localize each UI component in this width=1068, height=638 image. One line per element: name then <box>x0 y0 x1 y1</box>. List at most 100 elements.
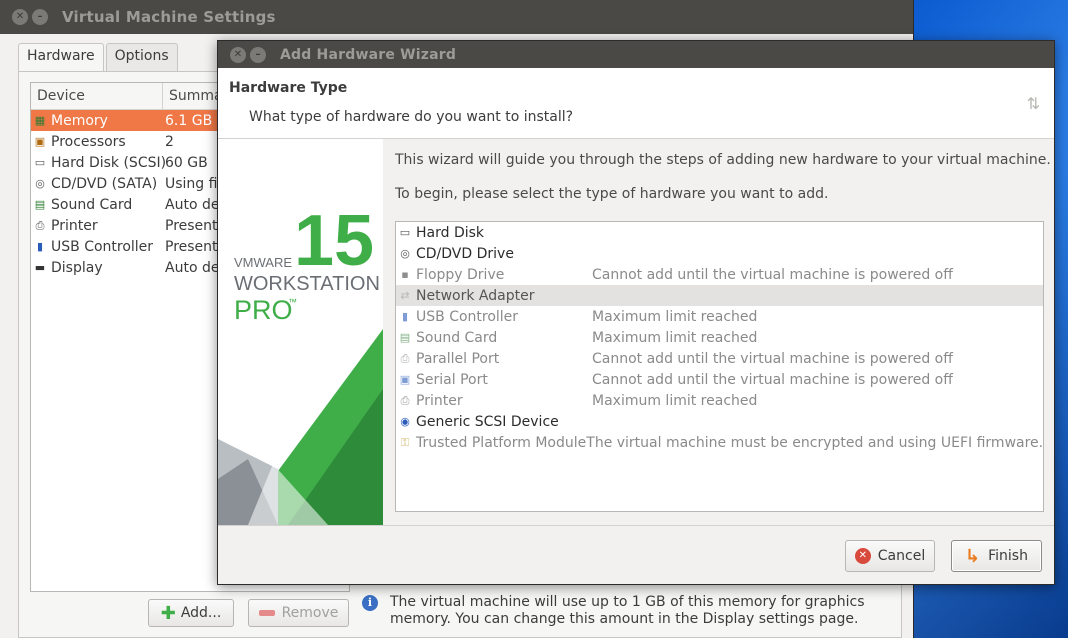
vmware-banner-graphic: 15 VMWARE WORKSTATION PRO ™ <box>218 139 383 525</box>
usb-icon: ▮ <box>36 240 44 253</box>
device-summary: Present <box>165 217 218 234</box>
hardware-name-cell: ▤ Sound Card <box>396 330 592 346</box>
device-summary: 60 GB <box>165 154 208 171</box>
add-button-label: Add... <box>180 605 222 621</box>
device-name: Sound Card <box>51 196 133 213</box>
soundcard-icon: ▤ <box>34 198 46 211</box>
device-summary: Auto de <box>165 196 220 213</box>
wizard-title: Add Hardware Wizard <box>280 46 457 63</box>
close-icon[interactable]: ✕ <box>12 9 28 25</box>
plus-icon: ✚ <box>160 602 176 624</box>
hardware-name: Generic SCSI Device <box>416 413 559 430</box>
hardware-row-serial-port[interactable]: ▣ Serial Port Cannot add until the virtual… <box>396 369 1043 390</box>
device-name: CD/DVD (SATA) <box>51 175 158 192</box>
column-header-device[interactable]: Device <box>31 83 163 109</box>
cancel-button[interactable]: ✕ Cancel <box>845 540 935 572</box>
remove-button[interactable]: Remove <box>248 599 349 627</box>
device-summary: 2 <box>165 133 174 150</box>
banner-brand: VMWARE <box>234 255 292 270</box>
device-summary: 6.1 GB <box>165 112 213 129</box>
wizard-intro-line1: This wizard will guide you through the s… <box>395 152 1051 168</box>
hardware-note: Cannot add until the virtual machine is … <box>592 371 953 388</box>
device-name: Processors <box>51 133 126 150</box>
hardware-row-parallel-port[interactable]: ⎙ Parallel Port Cannot add until the virtu… <box>396 348 1043 369</box>
wizard-step-subtitle: What type of hardware do you want to ins… <box>249 109 574 125</box>
hardware-name: Serial Port <box>416 371 488 388</box>
hardware-type-list[interactable]: ▭ Hard Disk ◎ CD/DVD Drive ▪ Floppy Drive Cann… <box>395 221 1044 512</box>
wizard-titlebar: ✕ – Add Hardware Wizard <box>218 41 1054 68</box>
hardware-row-cd-dvd-drive[interactable]: ◎ CD/DVD Drive <box>396 243 1043 264</box>
soundcard-icon: ▤ <box>399 331 411 344</box>
wizard-body: This wizard will guide you through the s… <box>383 139 1056 525</box>
hardware-rows: ▭ Hard Disk ◎ CD/DVD Drive ▪ Floppy Drive Cann… <box>396 222 1043 453</box>
vmware-banner: 15 VMWARE WORKSTATION PRO ™ <box>218 139 383 525</box>
usb-icon: ▮ <box>401 310 409 323</box>
finish-button[interactable]: ↳ Finish <box>951 540 1042 572</box>
add-button[interactable]: ✚ Add... <box>148 599 234 627</box>
banner-tm: ™ <box>288 297 297 307</box>
minimize-icon[interactable]: – <box>32 9 48 25</box>
hardware-name-cell: ▣ Serial Port <box>396 372 592 388</box>
hardware-name: Printer <box>416 392 463 409</box>
wizard-header: Hardware Type What type of hardware do y… <box>218 68 1054 139</box>
window-title: Virtual Machine Settings <box>62 8 276 26</box>
hardware-note: Cannot add until the virtual machine is … <box>592 266 953 283</box>
wizard-intro-line2: To begin, please select the type of hard… <box>395 186 829 202</box>
device-name: Display <box>51 259 103 276</box>
tab-options[interactable]: Options <box>105 43 178 71</box>
harddisk-icon: ▭ <box>399 226 411 239</box>
device-name: Printer <box>51 217 98 234</box>
sort-arrows-icon: ⇅ <box>1026 94 1040 113</box>
wizard-step-title: Hardware Type <box>229 80 348 96</box>
hardware-row-hard-disk[interactable]: ▭ Hard Disk <box>396 222 1043 243</box>
finish-arrow-icon: ↳ <box>965 545 981 567</box>
hardware-note: Cannot add until the virtual machine is … <box>592 350 953 367</box>
hardware-note: The virtual machine must be encrypted an… <box>586 434 1044 451</box>
cancel-icon: ✕ <box>854 548 871 564</box>
banner-version: 15 <box>294 201 374 281</box>
info-text-line1: The virtual machine will use up to 1 GB … <box>390 594 865 610</box>
device-name-cell: ▤ Sound Card <box>31 197 165 213</box>
hardware-row-generic-scsi-device[interactable]: ◉ Generic SCSI Device <box>396 411 1043 432</box>
parallel-port-icon: ⎙ <box>400 351 410 365</box>
hardware-row-trusted-platform-module[interactable]: ⚿ Trusted Platform Module The virtual mach… <box>396 432 1043 453</box>
hardware-name-cell: ▮ USB Controller <box>396 309 592 325</box>
device-name: Hard Disk (SCSI) <box>51 154 167 171</box>
hardware-note: Maximum limit reached <box>592 308 758 325</box>
device-summary: Present <box>165 238 218 255</box>
tab-hardware[interactable]: Hardware <box>18 43 104 71</box>
device-name-cell: ▦ Memory <box>31 113 165 129</box>
banner-product: WORKSTATION <box>234 273 380 295</box>
remove-button-label: Remove <box>281 605 339 621</box>
display-icon: ▬ <box>34 261 46 274</box>
hardware-row-floppy-drive[interactable]: ▪ Floppy Drive Cannot add until the virtua… <box>396 264 1043 285</box>
graphics-memory-info: i The virtual machine will use up to 1 G… <box>362 594 902 628</box>
close-icon[interactable]: ✕ <box>230 46 246 63</box>
cpu-icon: ▣ <box>34 135 46 148</box>
hardware-name: CD/DVD Drive <box>416 245 514 262</box>
hardware-name-cell: ⇄ Network Adapter <box>396 288 592 304</box>
device-name: Memory <box>51 112 108 129</box>
minimize-icon[interactable]: – <box>250 46 266 63</box>
floppy-icon: ▪ <box>401 268 409 281</box>
hardware-name: Floppy Drive <box>416 266 505 283</box>
hardware-note: Maximum limit reached <box>592 329 758 346</box>
info-icon: i <box>362 595 378 611</box>
cd-icon: ◎ <box>400 247 410 260</box>
hardware-name: Hard Disk <box>416 224 485 241</box>
hardware-name-cell: ⚿ Trusted Platform Module <box>396 435 586 451</box>
wizard-footer: ✕ Cancel ↳ Finish <box>218 525 1054 584</box>
hardware-row-network-adapter[interactable]: ⇄ Network Adapter <box>396 285 1043 306</box>
device-name-cell: ▣ Processors <box>31 134 165 150</box>
settings-tabs: Hardware Options <box>18 43 180 71</box>
device-name: USB Controller <box>51 238 154 255</box>
serial-port-icon: ▣ <box>399 373 411 386</box>
hardware-name-cell: ◎ CD/DVD Drive <box>396 246 592 262</box>
hardware-name-cell: ▭ Hard Disk <box>396 225 592 241</box>
hardware-name: Trusted Platform Module <box>416 434 587 451</box>
hardware-row-usb-controller[interactable]: ▮ USB Controller Maximum limit reached <box>396 306 1043 327</box>
tpm-icon: ⚿ <box>400 435 410 449</box>
device-name-cell: ◎ CD/DVD (SATA) <box>31 176 165 192</box>
hardware-row-sound-card[interactable]: ▤ Sound Card Maximum limit reached <box>396 327 1043 348</box>
hardware-row-printer[interactable]: ⎙ Printer Maximum limit reached <box>396 390 1043 411</box>
